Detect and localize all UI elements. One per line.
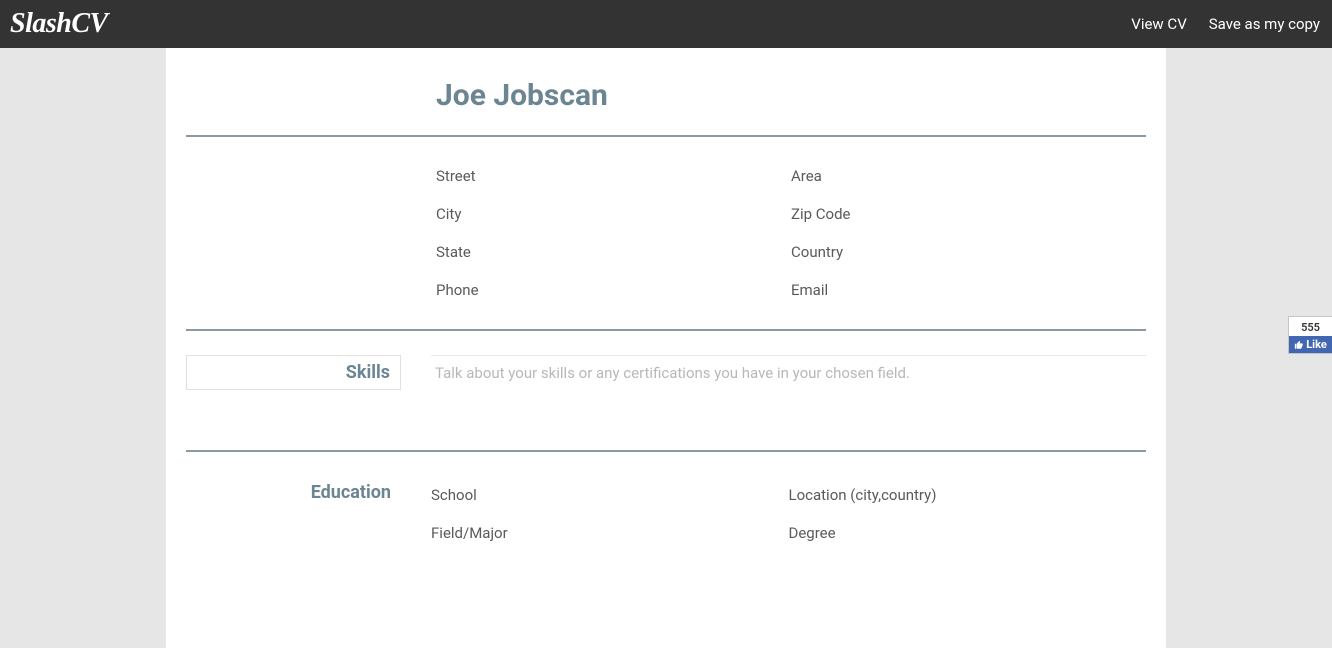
zip-field[interactable]: Zip Code	[791, 195, 1146, 233]
top-bar: SlashCV View CV Save as my copy	[0, 0, 1332, 48]
email-field[interactable]: Email	[791, 271, 1146, 309]
facebook-like-widget[interactable]: 555 Like	[1288, 316, 1332, 354]
area-field[interactable]: Area	[791, 157, 1146, 195]
skills-label-box[interactable]: Skills	[186, 355, 401, 390]
major-field[interactable]: Field/Major	[431, 514, 789, 552]
logo[interactable]: SlashCV	[10, 8, 108, 40]
contact-left-col: Street City State Phone	[436, 157, 791, 309]
like-count: 555	[1289, 317, 1332, 336]
school-field[interactable]: School	[431, 476, 789, 514]
education-left-col: School Field/Major	[431, 476, 789, 552]
contact-right-col: Area Zip Code Country Email	[791, 157, 1146, 309]
top-actions: View CV Save as my copy	[1131, 15, 1320, 33]
skills-label: Skills	[346, 362, 390, 383]
education-section: Education School Field/Major Location (c…	[186, 452, 1146, 552]
view-cv-link[interactable]: View CV	[1131, 15, 1186, 33]
skills-input[interactable]: Talk about your skills or any certificat…	[431, 355, 1146, 390]
thumb-up-icon	[1294, 340, 1304, 350]
street-field[interactable]: Street	[436, 157, 791, 195]
country-field[interactable]: Country	[791, 233, 1146, 271]
like-label: Like	[1306, 338, 1327, 351]
degree-field[interactable]: Degree	[789, 514, 1147, 552]
cv-name[interactable]: Joe Jobscan	[436, 78, 1146, 113]
contact-section: Street City State Phone Area Zip Code Co…	[436, 137, 1146, 329]
like-button[interactable]: Like	[1289, 336, 1332, 353]
city-field[interactable]: City	[436, 195, 791, 233]
skills-section: Skills Talk about your skills or any cer…	[186, 331, 1146, 390]
education-label: Education	[311, 482, 391, 503]
phone-field[interactable]: Phone	[436, 271, 791, 309]
cv-page: Joe Jobscan Street City State Phone Area…	[166, 48, 1166, 648]
location-field[interactable]: Location (city,country)	[789, 476, 1147, 514]
education-right-col: Location (city,country) Degree	[789, 476, 1147, 552]
state-field[interactable]: State	[436, 233, 791, 271]
save-as-copy-link[interactable]: Save as my copy	[1209, 15, 1320, 33]
education-label-box[interactable]: Education	[186, 476, 401, 509]
